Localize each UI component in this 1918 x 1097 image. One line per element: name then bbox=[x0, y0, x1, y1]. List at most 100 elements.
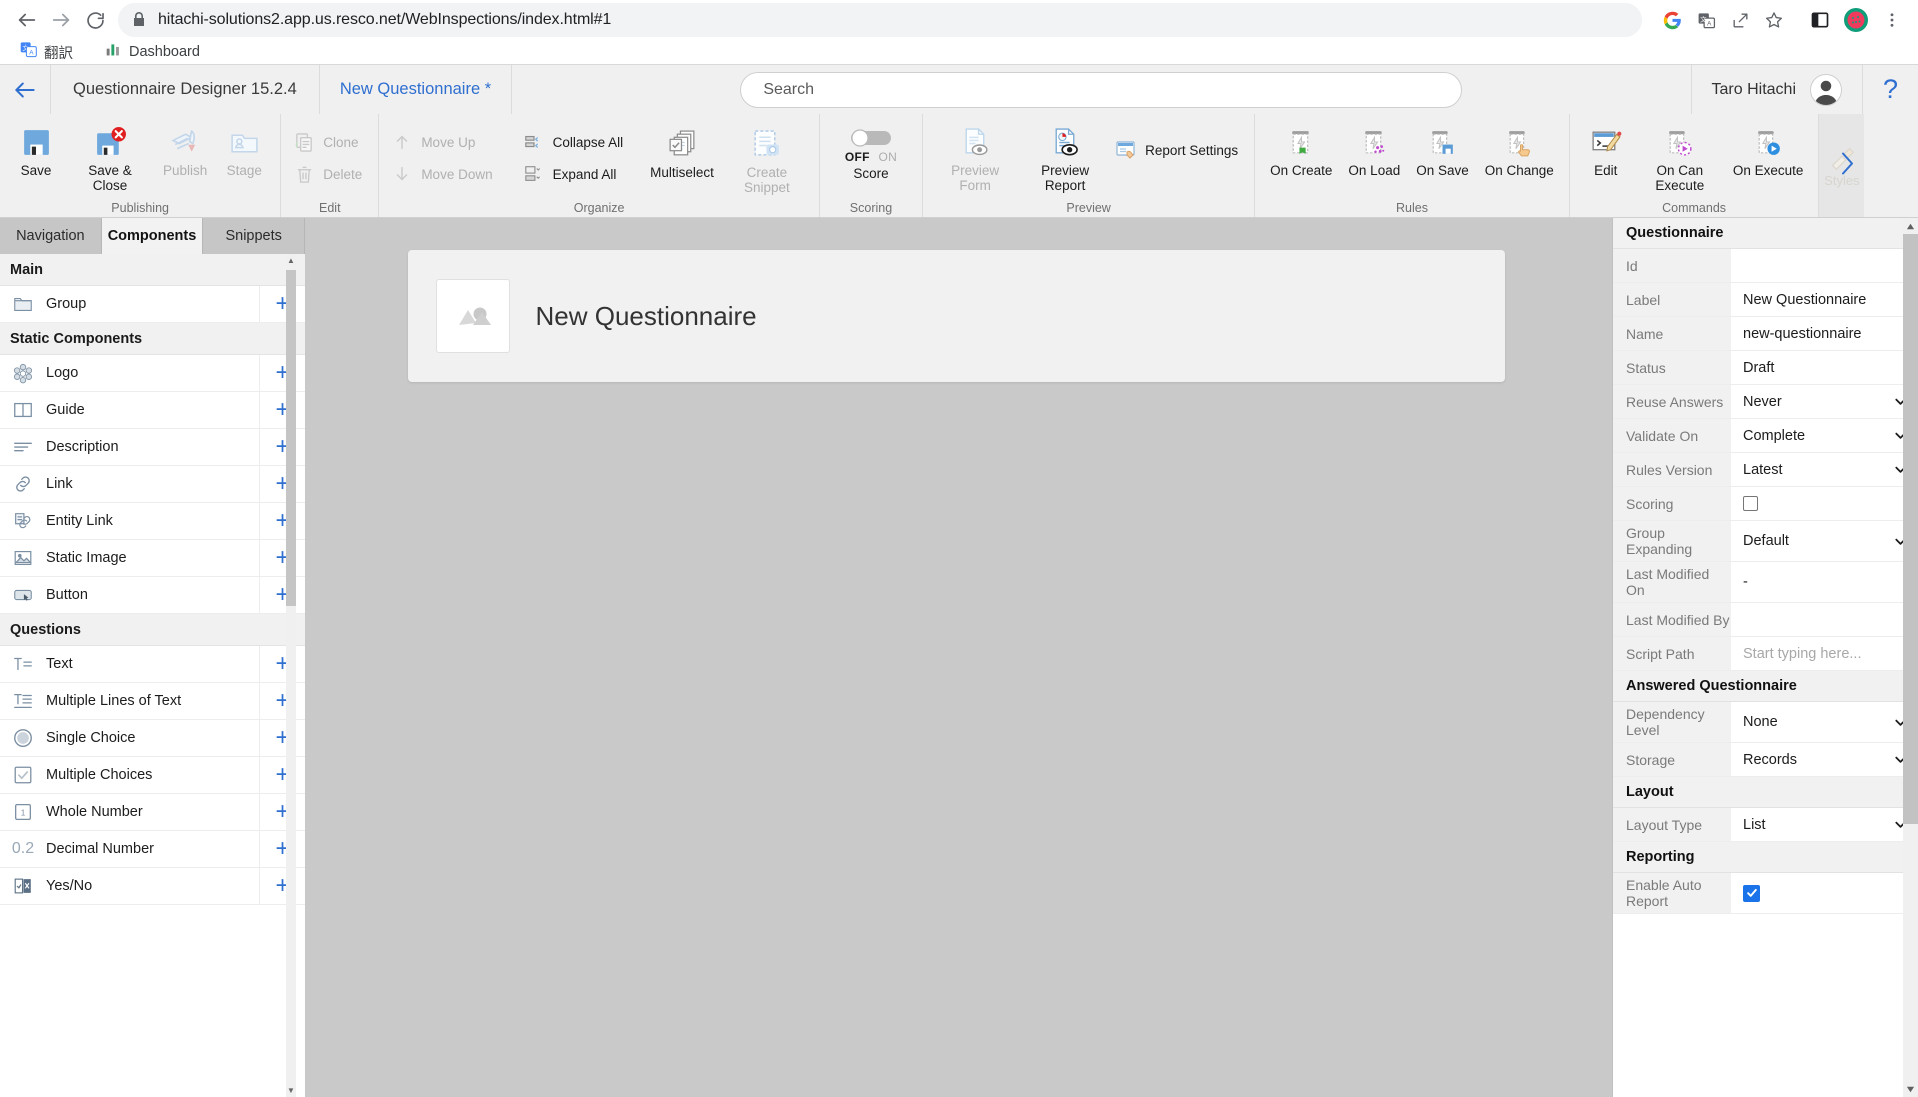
on-load-button[interactable]: On Load bbox=[1341, 122, 1407, 180]
property-row-layout-type[interactable]: Layout Type List bbox=[1613, 808, 1918, 842]
tab-snippets[interactable]: Snippets bbox=[203, 218, 306, 254]
components-scrollbar-thumb[interactable] bbox=[286, 270, 296, 606]
add-component-button[interactable]: + bbox=[259, 503, 305, 539]
list-item[interactable]: Link + bbox=[0, 466, 305, 503]
property-value[interactable] bbox=[1731, 249, 1918, 282]
kebab-menu-icon[interactable] bbox=[1876, 4, 1908, 36]
on-create-button[interactable]: On Create bbox=[1263, 122, 1339, 180]
list-item[interactable]: Group + bbox=[0, 286, 305, 323]
property-row-enable-auto-report[interactable]: Enable Auto Report bbox=[1613, 873, 1918, 914]
expand-all-button[interactable]: Expand All bbox=[519, 160, 632, 188]
scroll-down-icon[interactable]: ▼ bbox=[286, 1084, 296, 1097]
property-row-storage[interactable]: Storage Records bbox=[1613, 743, 1918, 777]
add-component-button[interactable]: + bbox=[259, 286, 305, 322]
add-component-button[interactable]: + bbox=[259, 355, 305, 391]
ribbon-overflow-button[interactable]: Styles bbox=[1818, 114, 1865, 217]
scroll-up-icon[interactable] bbox=[1903, 218, 1918, 234]
property-row-reuse-answers[interactable]: Reuse Answers Never bbox=[1613, 385, 1918, 419]
scoring-checkbox[interactable] bbox=[1743, 496, 1758, 511]
multiselect-button[interactable]: Multiselect bbox=[643, 126, 721, 182]
add-component-button[interactable]: + bbox=[259, 577, 305, 613]
property-checkbox-cell[interactable] bbox=[1731, 487, 1918, 520]
extension-avatar-icon[interactable] bbox=[1840, 4, 1872, 36]
add-component-button[interactable]: + bbox=[259, 429, 305, 465]
property-select[interactable]: Latest bbox=[1731, 453, 1918, 486]
save-button[interactable]: Save bbox=[8, 122, 64, 180]
on-can-execute-button[interactable]: On Can Execute bbox=[1636, 122, 1724, 195]
bookmark-star-icon[interactable] bbox=[1758, 4, 1790, 36]
property-select[interactable]: Never bbox=[1731, 385, 1918, 418]
design-canvas[interactable]: New Questionnaire bbox=[306, 218, 1612, 1097]
property-value[interactable]: Draft bbox=[1731, 351, 1918, 384]
toggle-off-icon[interactable] bbox=[849, 128, 893, 148]
tab-components[interactable]: Components bbox=[101, 218, 204, 254]
on-change-button[interactable]: On Change bbox=[1478, 122, 1561, 180]
add-component-button[interactable]: + bbox=[259, 646, 305, 682]
property-select[interactable]: Complete bbox=[1731, 419, 1918, 452]
on-save-button[interactable]: On Save bbox=[1409, 122, 1476, 180]
list-item[interactable]: Text + bbox=[0, 646, 305, 683]
property-row-name[interactable]: Name new-questionnaire bbox=[1613, 317, 1918, 351]
script-path-input[interactable]: Start typing here... bbox=[1731, 637, 1918, 670]
collapse-all-button[interactable]: Collapse All bbox=[519, 128, 632, 156]
app-back-button[interactable] bbox=[0, 65, 51, 114]
list-item[interactable]: Logo + bbox=[0, 355, 305, 392]
score-toggle-button[interactable]: OFF ON Score bbox=[838, 126, 904, 183]
chevron-right-icon[interactable] bbox=[1832, 146, 1862, 185]
property-row-group-expanding[interactable]: Group Expanding Default bbox=[1613, 521, 1918, 562]
add-component-button[interactable]: + bbox=[259, 794, 305, 830]
on-execute-button[interactable]: On Execute bbox=[1726, 122, 1811, 180]
list-item[interactable]: Multiple Lines of Text + bbox=[0, 683, 305, 720]
list-item[interactable]: Button + bbox=[0, 577, 305, 614]
back-arrow-icon[interactable] bbox=[10, 3, 44, 37]
help-button[interactable]: ? bbox=[1862, 65, 1918, 114]
preview-report-button[interactable]: Preview Report bbox=[1021, 122, 1109, 195]
address-bar[interactable]: hitachi-solutions2.app.us.resco.net/WebI… bbox=[118, 3, 1642, 37]
property-select[interactable]: Default bbox=[1731, 521, 1918, 561]
list-item[interactable]: Static Image + bbox=[0, 540, 305, 577]
report-settings-button[interactable]: Report Settings bbox=[1111, 136, 1246, 164]
property-row-label[interactable]: Label New Questionnaire bbox=[1613, 283, 1918, 317]
add-component-button[interactable]: + bbox=[259, 540, 305, 576]
property-checkbox-cell[interactable] bbox=[1731, 873, 1918, 913]
save-close-button[interactable]: Save & Close bbox=[66, 122, 154, 195]
property-row-id[interactable]: Id bbox=[1613, 249, 1918, 283]
list-item[interactable]: 0.2 Decimal Number + bbox=[0, 831, 305, 868]
add-component-button[interactable]: + bbox=[259, 683, 305, 719]
search-input[interactable]: Search bbox=[740, 71, 1463, 108]
property-value[interactable]: new-questionnaire bbox=[1731, 317, 1918, 350]
property-select[interactable]: List bbox=[1731, 808, 1918, 841]
tab-navigation[interactable]: Navigation bbox=[0, 218, 102, 254]
document-tab[interactable]: New Questionnaire * bbox=[320, 65, 513, 114]
google-icon[interactable] bbox=[1656, 4, 1688, 36]
reload-icon[interactable] bbox=[78, 3, 112, 37]
questionnaire-card[interactable]: New Questionnaire bbox=[407, 250, 1505, 382]
edit-command-button[interactable]: Edit bbox=[1578, 122, 1634, 180]
add-component-button[interactable]: + bbox=[259, 757, 305, 793]
forward-arrow-icon[interactable] bbox=[44, 3, 78, 37]
property-row-dependency-level[interactable]: Dependency Level None bbox=[1613, 702, 1918, 743]
property-row-validate-on[interactable]: Validate On Complete bbox=[1613, 419, 1918, 453]
bookmark-item-dashboard[interactable]: Dashboard bbox=[99, 39, 206, 65]
property-select[interactable]: None bbox=[1731, 702, 1918, 742]
list-item[interactable]: Yes/No + bbox=[0, 868, 305, 905]
add-component-button[interactable]: + bbox=[259, 466, 305, 502]
translate-page-icon[interactable]: A文 bbox=[1690, 4, 1722, 36]
scroll-up-icon[interactable]: ▲ bbox=[286, 254, 296, 267]
list-item[interactable]: Entity Link + bbox=[0, 503, 305, 540]
property-row-scoring[interactable]: Scoring bbox=[1613, 487, 1918, 521]
logo-placeholder-icon[interactable] bbox=[435, 279, 510, 353]
scroll-down-icon[interactable] bbox=[1903, 1081, 1918, 1097]
list-item[interactable]: 1 Whole Number + bbox=[0, 794, 305, 831]
property-value[interactable]: New Questionnaire bbox=[1731, 283, 1918, 316]
share-icon[interactable] bbox=[1724, 4, 1756, 36]
add-component-button[interactable]: + bbox=[259, 868, 305, 904]
bookmark-item-translate[interactable]: 文A 翻訳 bbox=[14, 39, 79, 65]
property-row-rules-version[interactable]: Rules Version Latest bbox=[1613, 453, 1918, 487]
add-component-button[interactable]: + bbox=[259, 831, 305, 867]
side-panel-icon[interactable] bbox=[1804, 4, 1836, 36]
property-select[interactable]: Records bbox=[1731, 743, 1918, 776]
properties-scrollbar-thumb[interactable] bbox=[1903, 234, 1918, 824]
list-item[interactable]: Multiple Choices + bbox=[0, 757, 305, 794]
list-item[interactable]: Single Choice + bbox=[0, 720, 305, 757]
